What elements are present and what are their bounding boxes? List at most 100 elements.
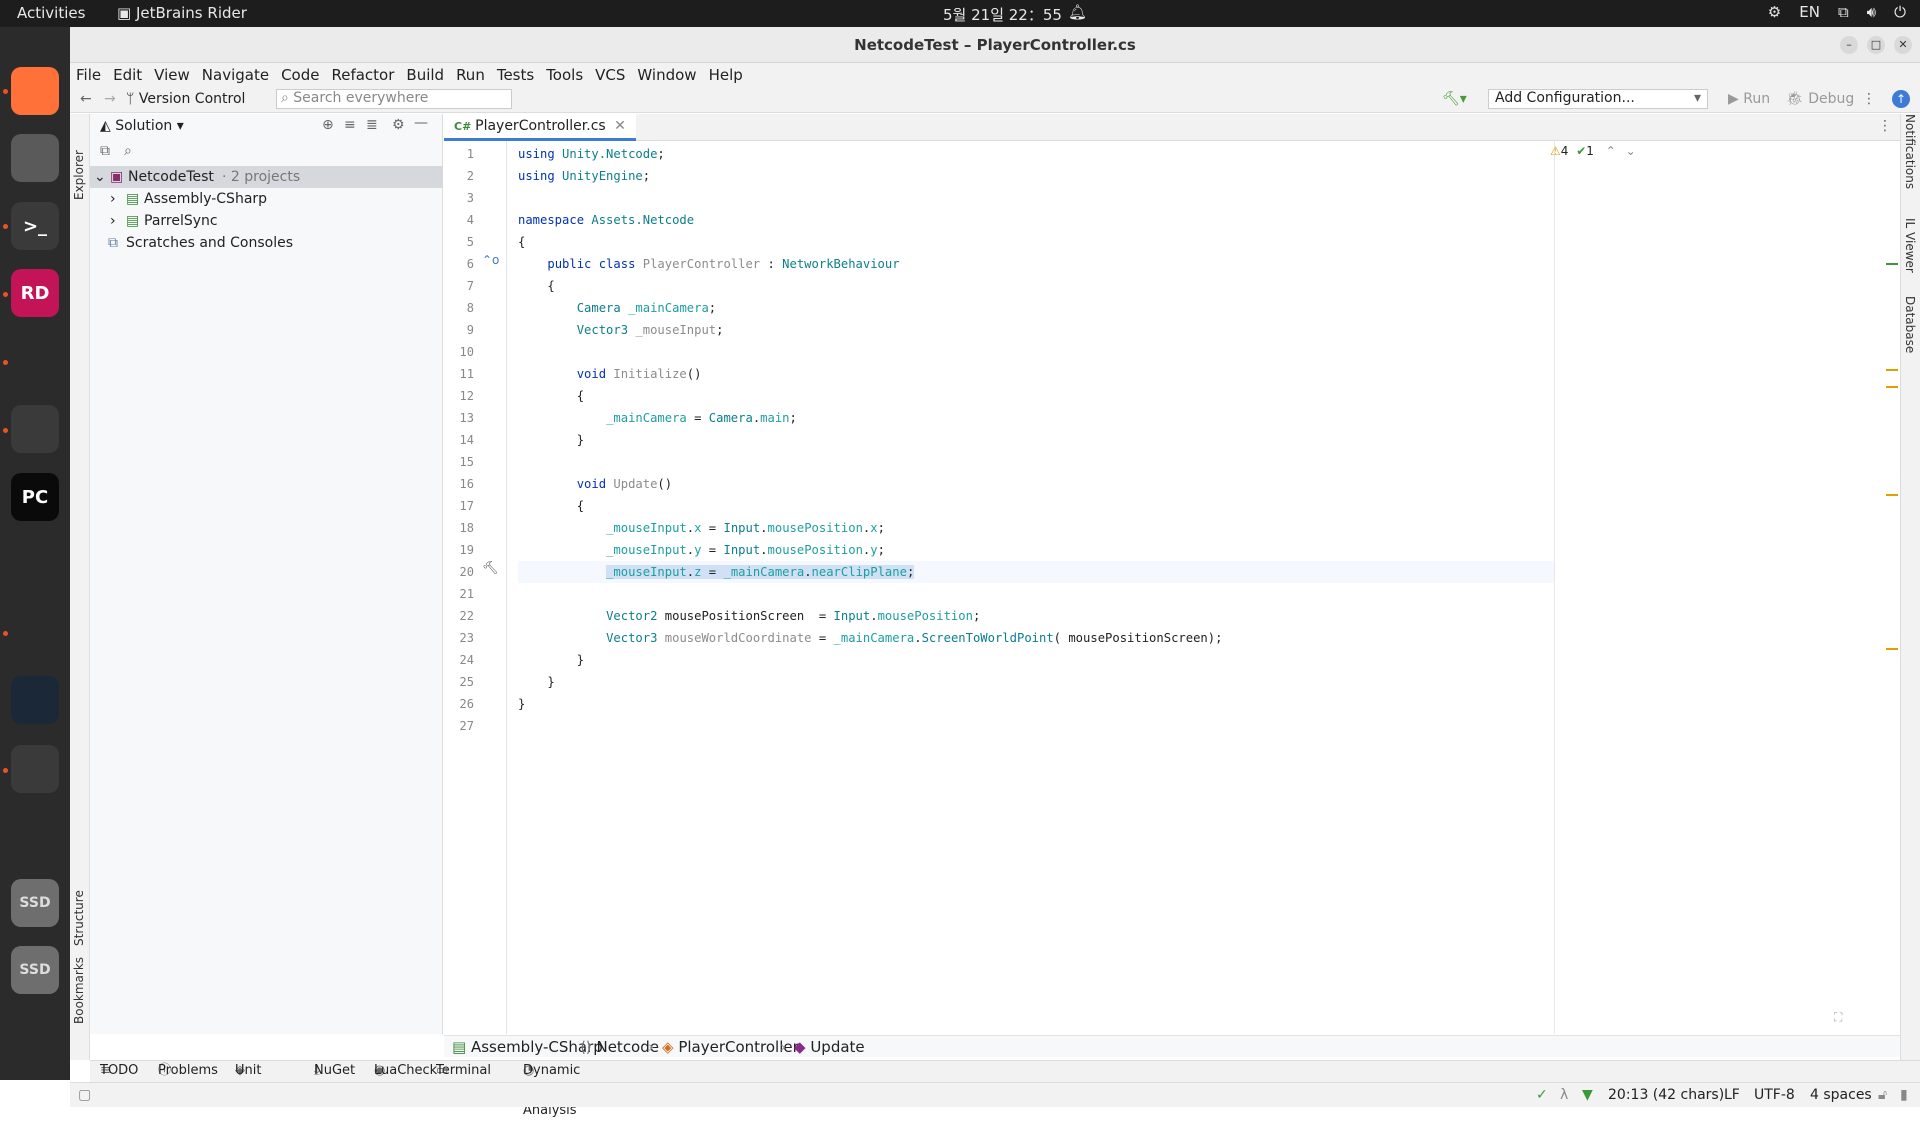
close-tab-icon[interactable]: ✕ xyxy=(614,118,626,134)
code-line[interactable]: { xyxy=(518,495,584,517)
il-viewer-tool-tab[interactable]: IL Viewer xyxy=(1903,218,1917,273)
line-number[interactable]: 24 xyxy=(444,649,474,671)
locate-icon[interactable]: ⊕ xyxy=(322,117,334,133)
line-number[interactable]: 10 xyxy=(444,341,474,363)
tree-item-parrelsync[interactable]: › ▤ ParrelSync xyxy=(90,210,443,232)
line-number[interactable]: 22 xyxy=(444,605,474,627)
gear-icon[interactable]: ⚙ xyxy=(392,117,405,133)
code-line[interactable]: } xyxy=(518,693,525,715)
line-number[interactable]: 23 xyxy=(444,627,474,649)
line-number[interactable]: 9 xyxy=(444,319,474,341)
implements-icon[interactable]: ⌃o xyxy=(482,253,499,267)
code-line[interactable]: } xyxy=(518,429,584,451)
line-separator[interactable]: LF xyxy=(1724,1083,1740,1107)
code-line[interactable]: _mouseInput.y = Input.mousePosition.y; xyxy=(518,539,885,561)
unity-hub-icon[interactable] xyxy=(11,405,59,453)
line-number[interactable]: 13 xyxy=(444,407,474,429)
language-indicator[interactable]: EN xyxy=(1799,3,1820,21)
menu-item-navigate[interactable]: Navigate xyxy=(202,66,269,84)
show-apps-icon[interactable] xyxy=(11,1012,59,1060)
code-line[interactable]: { xyxy=(518,275,554,297)
layout-icon[interactable]: ▢ xyxy=(78,1083,91,1107)
line-number[interactable]: 8 xyxy=(444,297,474,319)
lambda-icon[interactable]: λ xyxy=(1560,1083,1568,1107)
indent-setting[interactable]: 4 spaces xyxy=(1810,1083,1872,1107)
line-number[interactable]: 12 xyxy=(444,385,474,407)
bell-icon[interactable]: 🔔︎ xyxy=(1068,3,1087,21)
code-line[interactable]: Camera _mainCamera; xyxy=(518,297,716,319)
run-button[interactable]: ▶ Run xyxy=(1728,91,1770,107)
configuration-select[interactable]: Add Configuration... ▾ xyxy=(1488,89,1708,109)
line-number[interactable]: 4 xyxy=(444,209,474,231)
search-icon[interactable]: ⌕ xyxy=(124,143,132,159)
tree-item-assembly[interactable]: › ▤ Assembly-CSharp xyxy=(90,188,443,210)
file-encoding[interactable]: UTF-8 xyxy=(1754,1083,1795,1107)
bookmarks-tool-tab[interactable]: Bookmarks xyxy=(72,957,86,1024)
line-number[interactable]: 16 xyxy=(444,473,474,495)
more-icon[interactable]: ⋮ xyxy=(1862,91,1876,107)
code-line[interactable]: public class PlayerController : NetworkB… xyxy=(518,253,899,275)
rider-icon[interactable]: RD xyxy=(11,269,59,317)
line-number[interactable]: 5 xyxy=(444,231,474,253)
line-number[interactable]: 7 xyxy=(444,275,474,297)
menu-item-refactor[interactable]: Refactor xyxy=(331,66,394,84)
solution-dropdown[interactable]: ◭ Solution ▾ xyxy=(100,118,184,134)
version-control-button[interactable]: ᛘ Version Control xyxy=(126,91,245,107)
menu-item-view[interactable]: View xyxy=(154,66,190,84)
collapse-all-icon[interactable]: ≣ xyxy=(366,117,378,133)
menu-item-build[interactable]: Build xyxy=(406,66,444,84)
unity-icon[interactable]: ▼ xyxy=(1582,1083,1593,1107)
code-line[interactable]: namespace Assets.Netcode xyxy=(518,209,694,231)
code-line[interactable]: using Unity.Netcode; xyxy=(518,143,665,165)
search-everywhere-input[interactable]: ⌕ Search everywhere xyxy=(276,89,512,109)
line-number[interactable]: 19 xyxy=(444,539,474,561)
code-area[interactable]: using Unity.Netcode; using UnityEngine; na… xyxy=(518,141,1898,1036)
menu-item-tests[interactable]: Tests xyxy=(497,66,534,84)
menu-item-window[interactable]: Window xyxy=(637,66,696,84)
line-number[interactable]: 21 xyxy=(444,583,474,605)
app-icon[interactable] xyxy=(11,811,59,859)
line-number[interactable]: 14 xyxy=(444,429,474,451)
line-number[interactable]: 17 xyxy=(444,495,474,517)
chevron-up-icon[interactable]: ⌃ xyxy=(1606,144,1616,158)
line-number[interactable]: 6 xyxy=(444,253,474,275)
code-line[interactable]: using UnityEngine; xyxy=(518,165,650,187)
line-number[interactable]: 18 xyxy=(444,517,474,539)
code-line[interactable]: { xyxy=(518,231,525,253)
structure-tool-tab[interactable]: Structure xyxy=(72,890,86,946)
explorer-tool-tab[interactable]: Explorer xyxy=(72,150,86,200)
update-icon[interactable]: ↑ xyxy=(1892,90,1910,108)
debug-button[interactable]: 🐞︎ Debug xyxy=(1786,91,1854,107)
code-line[interactable]: Vector3 mouseWorldCoordinate = _mainCame… xyxy=(518,627,1222,649)
line-number[interactable]: 27 xyxy=(444,715,474,737)
files-icon[interactable] xyxy=(11,134,59,182)
filter-icon[interactable]: ⧉ xyxy=(100,143,110,159)
code-line[interactable]: } xyxy=(518,671,554,693)
breadcrumb-item[interactable]: ◆ Update xyxy=(794,1036,865,1058)
tree-item-root[interactable]: ⌄ ▣ NetcodeTest · 2 projects xyxy=(90,166,443,188)
active-app-menu[interactable]: ▣ JetBrains Rider xyxy=(117,4,247,22)
caret-position[interactable]: 20:13 (42 chars) xyxy=(1608,1083,1724,1107)
system-tray[interactable]: ⚙ EN ⧉ 🔊︎ ⏻ xyxy=(1768,3,1906,21)
maximize-icon[interactable]: □ xyxy=(1867,36,1885,54)
code-line[interactable]: _mouseInput.z = _mainCamera.nearClipPlan… xyxy=(518,561,1554,583)
volume-icon[interactable]: 🔊︎ xyxy=(1867,3,1876,21)
firefox-icon[interactable] xyxy=(11,67,59,115)
network-icon[interactable]: ⧉ xyxy=(1838,3,1849,21)
code-line[interactable]: Vector2 mousePositionScreen = Input.mous… xyxy=(518,605,980,627)
terminal-icon[interactable]: >_ xyxy=(11,202,59,250)
line-number[interactable]: 25 xyxy=(444,671,474,693)
back-icon[interactable]: ← xyxy=(80,91,92,107)
vscode-icon[interactable] xyxy=(11,608,59,656)
close-icon[interactable]: ✕ xyxy=(1894,36,1912,54)
tree-item-scratches[interactable]: ⧉ Scratches and Consoles xyxy=(90,232,443,254)
chevron-down-icon[interactable]: ⌄ xyxy=(1626,144,1636,158)
code-line[interactable]: _mainCamera = Camera.main; xyxy=(518,407,797,429)
line-number[interactable]: 20 xyxy=(444,561,474,583)
check-icon[interactable]: ✓ xyxy=(1536,1083,1548,1107)
blender-icon[interactable] xyxy=(11,541,59,589)
line-number[interactable]: 3 xyxy=(444,187,474,209)
clock[interactable]: 5월 21일 22：55 xyxy=(943,4,1062,25)
code-line[interactable]: void Initialize() xyxy=(518,363,702,385)
line-number[interactable]: 1 xyxy=(444,143,474,165)
